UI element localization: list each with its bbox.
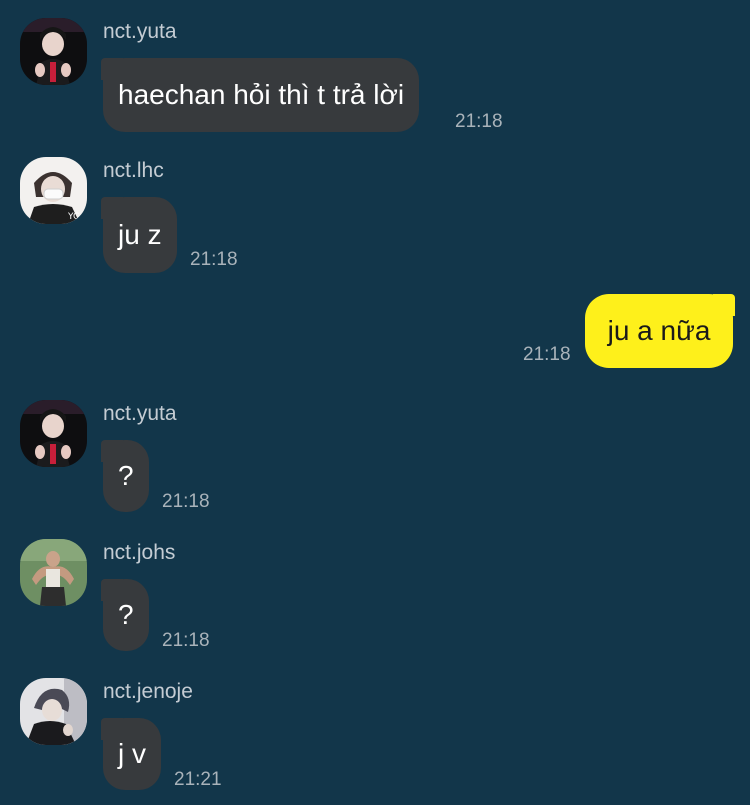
sender-name: nct.yuta [103, 402, 177, 425]
message-text: ? [118, 460, 134, 491]
message-bubble[interactable]: ? [101, 579, 149, 651]
message-bubble[interactable]: ? [101, 440, 149, 512]
sender-avatar[interactable] [20, 400, 87, 467]
message-text: ? [118, 599, 134, 630]
avatar-photo-icon [20, 539, 87, 606]
message-time: 21:18 [455, 111, 503, 132]
chat-thread[interactable]: nct.yuta haechan hỏi thì t trả lời 21:18… [0, 0, 750, 805]
sender-avatar[interactable] [20, 678, 87, 745]
message-time: 21:18 [162, 630, 210, 651]
message-bubble[interactable]: ju z [101, 197, 177, 273]
message-time: 21:18 [190, 249, 238, 270]
sender-name: nct.jenoje [103, 680, 193, 703]
sender-name: nct.lhc [103, 159, 164, 182]
sender-avatar[interactable] [20, 539, 87, 606]
message-bubble[interactable]: haechan hỏi thì t trả lời [100, 58, 420, 132]
avatar-photo-icon [20, 400, 87, 467]
outgoing-message-bubble[interactable]: ju a nữa [585, 294, 735, 368]
sender-avatar[interactable] [20, 18, 87, 85]
message-bubble[interactable]: j v [101, 718, 161, 790]
svg-text:YC: YC [67, 212, 79, 222]
avatar-photo-icon [20, 678, 87, 745]
message-text: ju z [118, 219, 162, 250]
sender-name: nct.yuta [103, 20, 177, 43]
sender-avatar[interactable]: YC [20, 157, 87, 224]
avatar-photo-icon: YC [20, 157, 87, 224]
message-text: j v [118, 738, 146, 769]
message-text: haechan hỏi thì t trả lời [118, 79, 405, 110]
message-text: ju a nữa [607, 315, 711, 346]
message-time: 21:18 [523, 344, 571, 365]
sender-name: nct.johs [103, 541, 176, 564]
message-time: 21:21 [174, 769, 222, 790]
avatar-photo-icon [20, 18, 87, 85]
message-time: 21:18 [162, 491, 210, 512]
